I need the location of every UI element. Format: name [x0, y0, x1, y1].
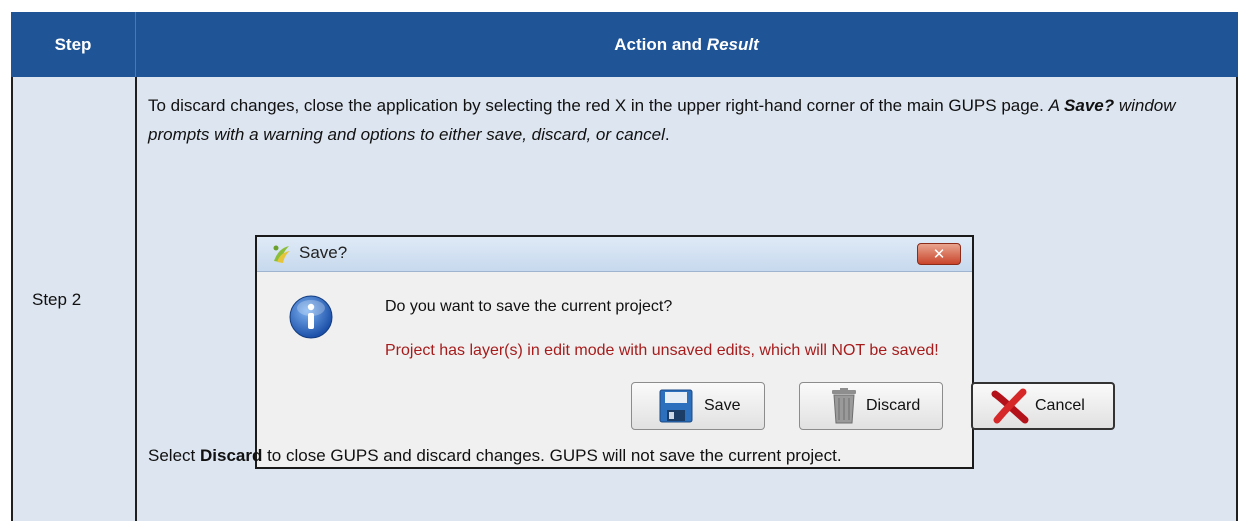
dialog-warning: Project has layer(s) in edit mode with u… [385, 342, 939, 359]
floppy-disk-icon [659, 389, 693, 423]
step-cell: Step 2 [11, 77, 135, 521]
dialog-title: Save? [299, 243, 348, 262]
row-column-divider [135, 77, 137, 521]
header-result-text: Result [706, 34, 759, 54]
save-dialog: Save? ✕ Do you want to save the current … [255, 235, 1115, 469]
instruction-paragraph: To discard changes, close the applicatio… [148, 91, 1228, 149]
select-text: Select [148, 446, 200, 465]
dialog-question: Do you want to save the current project? [385, 298, 673, 315]
instruction-text: To discard changes, close the applicatio… [148, 96, 1049, 115]
result-paragraph: Select Discard to close GUPS and discard… [148, 441, 1228, 470]
instruction-end: . [664, 125, 670, 144]
dialog-close-button[interactable]: ✕ [917, 243, 961, 265]
step-label: Step 2 [32, 290, 82, 309]
red-x-icon [991, 388, 1029, 424]
header-action-text: Action and [614, 34, 707, 54]
table-row: Step 2 To discard changes, close the app… [11, 77, 1238, 521]
row-border-right [1236, 77, 1238, 521]
header-step: Step [54, 34, 92, 54]
qgis-logo-icon [273, 245, 290, 263]
header-action-result: Action and Result [135, 12, 1238, 77]
close-icon: ✕ [932, 246, 946, 263]
cancel-button[interactable]: Cancel [971, 382, 1115, 430]
info-icon [289, 295, 333, 339]
discard-button[interactable]: Discard [799, 382, 943, 430]
save-button[interactable]: Save [631, 382, 765, 430]
trash-can-icon [832, 388, 856, 424]
save-button-label: Save [704, 397, 741, 414]
cancel-button-label: Cancel [1035, 397, 1085, 414]
result-save-bold: Save? [1064, 96, 1115, 115]
discard-button-label: Discard [866, 397, 921, 414]
table-header: Step Action and Result [11, 12, 1238, 77]
discard-bold-text: Discard [199, 446, 263, 465]
instruction-table: Step Action and Result Step 2 To discard… [11, 12, 1238, 521]
result-text-a: A [1048, 96, 1065, 115]
result-text: to close GUPS and discard changes. GUPS … [262, 446, 842, 465]
dialog-titlebar: Save? ✕ [257, 237, 972, 272]
